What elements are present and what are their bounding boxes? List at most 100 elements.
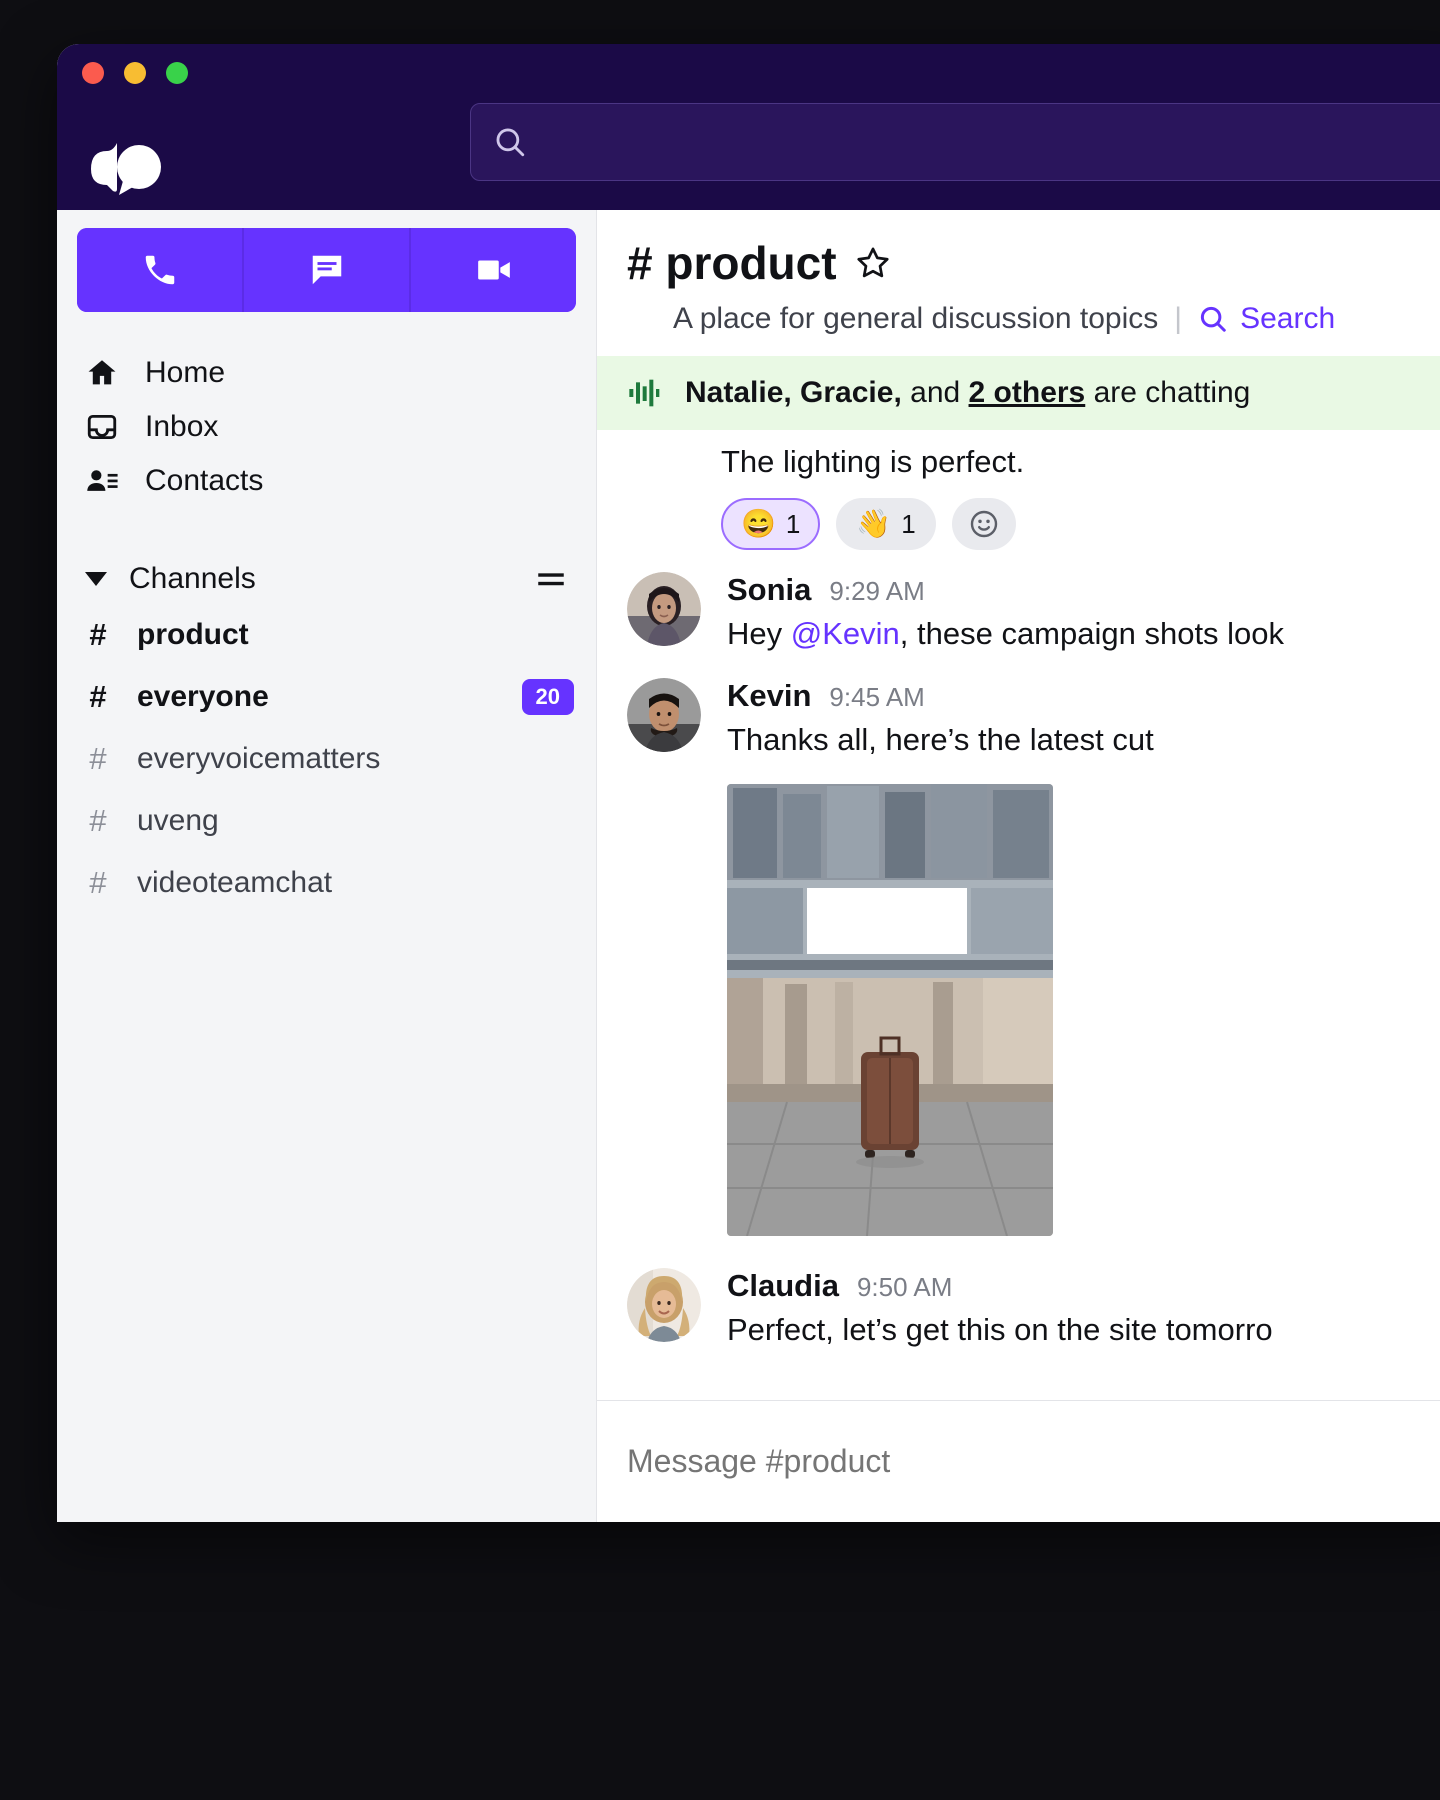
- claudia-avatar[interactable]: [627, 1268, 701, 1342]
- message-meta: Sonia 9:29 AM: [727, 572, 1440, 608]
- message-item: Kevin 9:45 AM Thanks all, here’s the lat…: [627, 656, 1440, 762]
- sidebar-item-label: Inbox: [145, 410, 219, 443]
- search-input[interactable]: [541, 127, 1440, 157]
- caret-down-icon: [85, 572, 107, 586]
- divider: |: [1174, 302, 1183, 335]
- message-text: Hey @Kevin, these campaign shots look: [727, 616, 1440, 652]
- message-composer[interactable]: [597, 1401, 1440, 1522]
- sidebar-item-home[interactable]: Home: [57, 346, 596, 400]
- video-call-button[interactable]: [409, 228, 576, 312]
- channel-subheader: A place for general discussion topics | …: [673, 302, 1440, 336]
- suitcase-plaza-photo[interactable]: [727, 784, 1053, 1236]
- channels-section-header[interactable]: Channels: [57, 554, 596, 604]
- sidebar-channel-everyone[interactable]: # everyone 20: [57, 666, 596, 728]
- hash-icon: #: [89, 617, 107, 652]
- sidebar-channel-everyvoicematters[interactable]: # everyvoicematters: [57, 728, 596, 790]
- search-icon: [1200, 306, 1226, 332]
- message-list: The lighting is perfect. 😄 1 👋 1 Sonia 9…: [597, 430, 1440, 1400]
- message-meta: Claudia 9:50 AM: [727, 1268, 1440, 1304]
- message-timestamp: 9:50 AM: [856, 1272, 953, 1302]
- message-timestamp: 9:29 AM: [829, 576, 925, 606]
- unread-badge: 20: [521, 679, 574, 715]
- star-outline-icon[interactable]: [855, 245, 891, 281]
- maximize-window-button[interactable]: [166, 62, 188, 84]
- minimize-window-button[interactable]: [124, 62, 146, 84]
- window-controls: [82, 62, 188, 84]
- channel-name: uveng: [137, 804, 219, 837]
- message-input[interactable]: [627, 1443, 1440, 1480]
- channel-name: product: [137, 618, 249, 651]
- speech-bubbles-logo-icon: [87, 139, 165, 197]
- message-item: Claudia 9:50 AM Perfect, let’s get this …: [627, 1246, 1440, 1352]
- message-text: Thanks all, here’s the latest cut: [727, 722, 1154, 757]
- grin-reaction[interactable]: 😄 1: [721, 498, 821, 550]
- list-menu-icon[interactable]: [534, 562, 568, 596]
- global-search-bar[interactable]: [470, 103, 1440, 181]
- phone-icon: [145, 255, 174, 285]
- audio-waveform-icon: [629, 379, 660, 407]
- call-button[interactable]: [77, 228, 242, 312]
- active-huddle-banner[interactable]: Natalie, Gracie, and 2 others are chatti…: [597, 356, 1440, 430]
- kevin-avatar[interactable]: [627, 678, 701, 752]
- reaction-count: 1: [901, 508, 916, 539]
- add-reaction-button[interactable]: [951, 498, 1016, 550]
- chat-bubble-icon: [312, 255, 341, 285]
- sonia-avatar[interactable]: [627, 572, 701, 646]
- new-message-button[interactable]: [242, 228, 409, 312]
- conversation-pane: # product A place for general discussion…: [597, 210, 1440, 1522]
- grin-emoji-icon: 😄: [741, 508, 776, 539]
- message-text: The lighting is perfect.: [721, 444, 1025, 479]
- channel-name: everyvoicematters: [137, 742, 381, 775]
- message-author: Kevin: [727, 678, 812, 713]
- channel-topic: A place for general discussion topics: [673, 302, 1159, 335]
- channel-title-row: # product: [627, 236, 1440, 290]
- hash-icon: #: [89, 741, 107, 776]
- smiley-plus-icon: [970, 510, 997, 538]
- page-title: # product: [627, 237, 837, 289]
- user-mention[interactable]: @Kevin: [791, 616, 900, 651]
- wave-emoji-icon: 👋: [856, 508, 892, 539]
- app-window: Home Inbox Contacts Channels # product #…: [57, 44, 1440, 1522]
- home-icon: [88, 360, 116, 385]
- sidebar-item-label: Contacts: [145, 464, 264, 497]
- hash-icon: #: [89, 803, 107, 838]
- contacts-icon: [87, 470, 118, 491]
- message-author: Claudia: [727, 1268, 839, 1303]
- sidebar-item-contacts[interactable]: Contacts: [57, 454, 596, 508]
- message-text: Perfect, let’s get this on the site tomo…: [727, 1312, 1273, 1347]
- sidebar-channel-uveng[interactable]: # uveng: [57, 790, 596, 852]
- huddle-suffix: are chatting: [1085, 376, 1251, 409]
- message-tail: The lighting is perfect. 😄 1 👋 1: [627, 430, 1440, 550]
- sidebar-item-label: Home: [145, 356, 226, 389]
- search-icon: [496, 128, 525, 157]
- wave-reaction[interactable]: 👋 1: [836, 498, 936, 550]
- message-body: Kevin 9:45 AM Thanks all, here’s the lat…: [727, 678, 1440, 758]
- quick-actions-bar: [77, 228, 576, 312]
- app-body: Home Inbox Contacts Channels # product #…: [57, 210, 1440, 1522]
- message-author: Sonia: [727, 572, 812, 607]
- channel-header: # product A place for general discussion…: [597, 210, 1440, 356]
- sidebar-item-inbox[interactable]: Inbox: [57, 400, 596, 454]
- sidebar-channel-videoteamchat[interactable]: # videoteamchat: [57, 852, 596, 914]
- primary-nav: Home Inbox Contacts: [57, 346, 596, 508]
- message-body: Claudia 9:50 AM Perfect, let’s get this …: [727, 1268, 1440, 1348]
- sidebar-channel-product[interactable]: # product: [57, 604, 596, 666]
- hash-icon: #: [89, 865, 107, 900]
- channels-section-title: Channels: [129, 562, 256, 595]
- huddle-names: Natalie, Gracie,: [685, 376, 902, 409]
- message-meta: Kevin 9:45 AM: [727, 678, 1440, 714]
- message-item: Sonia 9:29 AM Hey @Kevin, these campaign…: [627, 550, 1440, 656]
- sidebar: Home Inbox Contacts Channels # product #…: [57, 210, 597, 1522]
- inbox-icon: [87, 414, 117, 440]
- close-window-button[interactable]: [82, 62, 104, 84]
- message-text-before: Hey: [727, 616, 791, 651]
- message-text-after: , these campaign shots look: [899, 616, 1285, 651]
- video-camera-icon: [477, 260, 510, 280]
- huddle-and: and: [901, 376, 969, 409]
- message-body: Sonia 9:29 AM Hey @Kevin, these campaign…: [727, 572, 1440, 652]
- channel-search-link[interactable]: Search: [1198, 302, 1335, 336]
- channel-search-label: Search: [1240, 302, 1336, 335]
- titlebar: [57, 44, 1440, 210]
- huddle-others-link[interactable]: 2 others: [969, 376, 1086, 409]
- channel-name: everyone: [137, 680, 269, 713]
